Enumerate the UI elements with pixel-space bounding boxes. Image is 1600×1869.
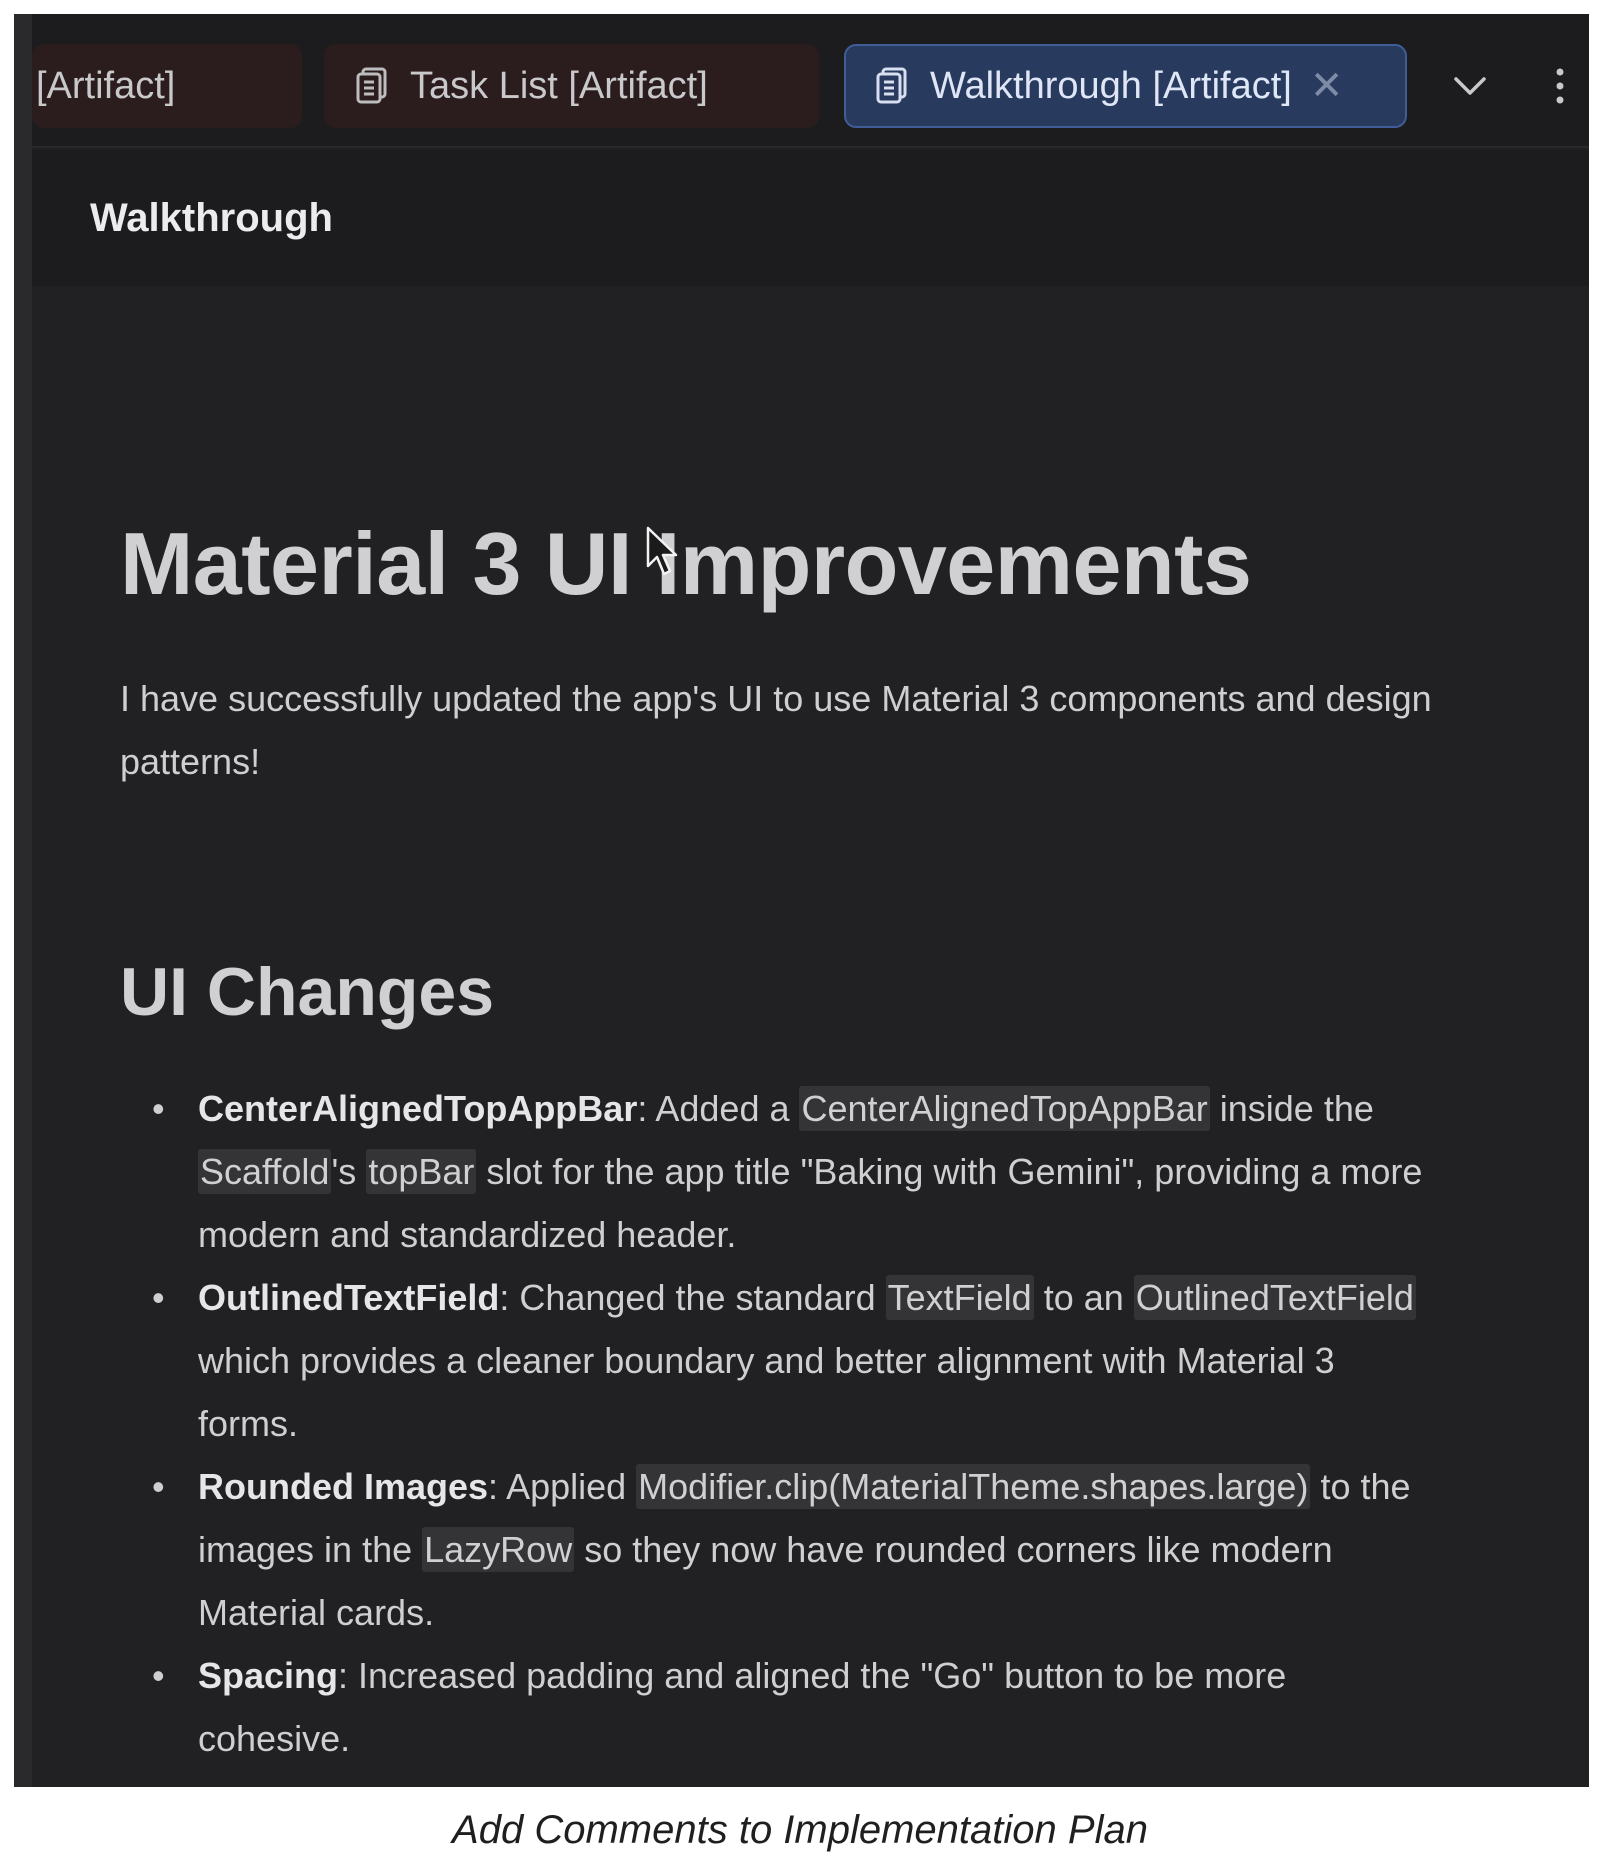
item-term: OutlinedTextField bbox=[198, 1276, 500, 1318]
inline-code: CenterAlignedTopAppBar bbox=[799, 1085, 1210, 1131]
item-term: Spacing bbox=[198, 1654, 339, 1696]
item-text: which provides a cleaner boundary and be… bbox=[198, 1339, 1335, 1444]
tab-task-list[interactable]: Task List [Artifact] bbox=[324, 44, 819, 128]
page-title: Walkthrough bbox=[90, 195, 333, 240]
tab-label: [Artifact] bbox=[36, 64, 176, 107]
screenshot-frame: [Artifact] Task List [Artifact] Walkthro… bbox=[14, 14, 1589, 1787]
tab-label: Walkthrough [Artifact] bbox=[930, 64, 1292, 107]
item-text: inside the bbox=[1209, 1087, 1374, 1129]
list-item: OutlinedTextField: Changed the standard … bbox=[152, 1266, 1439, 1455]
inline-code: Modifier.clip(MaterialTheme.shapes.large… bbox=[636, 1463, 1311, 1509]
item-text: : Changed the standard bbox=[499, 1276, 886, 1318]
document-title: Material 3 UI Improvements bbox=[120, 514, 1252, 613]
inline-code: LazyRow bbox=[422, 1526, 575, 1572]
figure-caption: Add Comments to Implementation Plan bbox=[452, 1808, 1148, 1852]
list-item: Rounded Images: Applied Modifier.clip(Ma… bbox=[152, 1455, 1439, 1644]
list-item: Spacing: Increased padding and aligned t… bbox=[152, 1644, 1439, 1770]
tab-artifact-partial[interactable]: [Artifact] bbox=[32, 44, 302, 128]
more-vert-icon[interactable] bbox=[1540, 66, 1580, 106]
item-text: : Increased padding and aligned the "Go"… bbox=[198, 1654, 1287, 1759]
intro-paragraph: I have successfully updated the app's UI… bbox=[120, 677, 1432, 782]
item-term: Rounded Images bbox=[198, 1465, 489, 1507]
tab-label: Task List [Artifact] bbox=[410, 64, 708, 107]
list-item: CenterAlignedTopAppBar: Added a CenterAl… bbox=[152, 1077, 1439, 1266]
mouse-cursor-icon bbox=[646, 526, 678, 576]
inline-code: TextField bbox=[885, 1274, 1034, 1320]
section-title: UI Changes bbox=[120, 953, 495, 1030]
changes-list: CenterAlignedTopAppBar: Added a CenterAl… bbox=[120, 1077, 1439, 1770]
tab-walkthrough[interactable]: Walkthrough [Artifact] ✕ bbox=[844, 44, 1407, 128]
item-term: CenterAlignedTopAppBar bbox=[198, 1087, 638, 1129]
document-icon bbox=[876, 67, 907, 104]
item-text: to an bbox=[1033, 1276, 1134, 1318]
artifact-viewer-window: [Artifact] Task List [Artifact] Walkthro… bbox=[32, 14, 1589, 1787]
inline-code: OutlinedTextField bbox=[1133, 1274, 1416, 1320]
close-icon[interactable]: ✕ bbox=[1310, 63, 1344, 109]
document-icon bbox=[356, 67, 387, 104]
tab-bar: [Artifact] Task List [Artifact] Walkthro… bbox=[32, 14, 1589, 148]
inline-code: topBar bbox=[366, 1148, 477, 1194]
page-header: Walkthrough bbox=[32, 150, 1589, 286]
artifact-content: Material 3 UI Improvements I have succes… bbox=[32, 286, 1589, 1787]
item-text: : Applied bbox=[488, 1465, 637, 1507]
inline-code: Scaffold bbox=[198, 1148, 332, 1194]
item-text: : Added a bbox=[637, 1087, 800, 1129]
item-text: 's bbox=[331, 1150, 367, 1192]
chevron-down-icon[interactable] bbox=[1450, 66, 1490, 106]
